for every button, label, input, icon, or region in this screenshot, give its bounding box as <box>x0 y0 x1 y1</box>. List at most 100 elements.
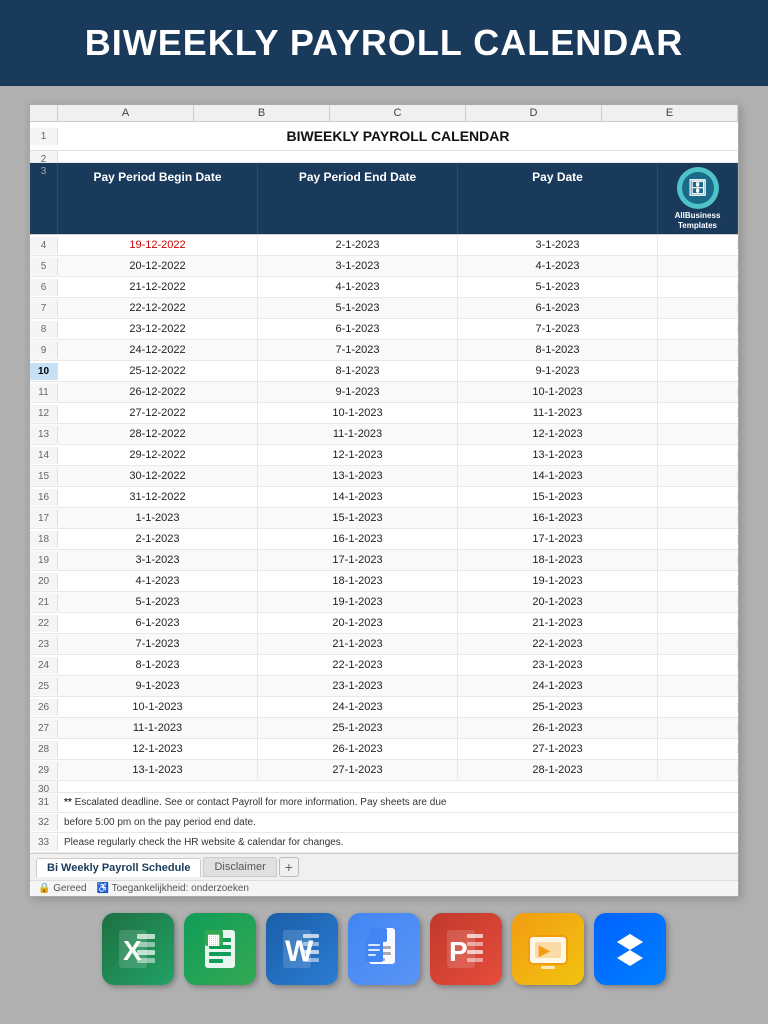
row-num: 10 <box>30 363 58 380</box>
pay-date-cell: 26-1-2023 <box>458 718 658 738</box>
empty-row-30: 30 <box>30 781 738 793</box>
tab-add-button[interactable]: + <box>279 857 299 877</box>
status-accessibility: ♿ Toegankelijkheid: onderzoeken <box>97 883 249 894</box>
row-num-2: 2 <box>30 151 58 162</box>
spreadsheet-title: BIWEEKLY PAYROLL CALENDAR <box>58 122 738 150</box>
table-row: 2812-1-202326-1-202327-1-2023 <box>30 739 738 760</box>
table-row: 1126-12-20229-1-202310-1-2023 <box>30 382 738 403</box>
logo-col-cell <box>658 430 738 438</box>
logo-col-cell <box>658 514 738 522</box>
row-num-3: 3 <box>30 163 58 234</box>
docs-svg <box>361 926 407 972</box>
data-header-row: 3 Pay Period Begin Date Pay Period End D… <box>30 163 738 235</box>
begin-date-cell: 1-1-2023 <box>58 508 258 528</box>
end-date-cell: 2-1-2023 <box>258 235 458 255</box>
begin-date-cell: 27-12-2022 <box>58 403 258 423</box>
logo-col-cell <box>658 304 738 312</box>
table-row: 259-1-202323-1-202324-1-2023 <box>30 676 738 697</box>
word-svg: W <box>279 926 325 972</box>
icon-sheets[interactable]: ▦ <box>184 913 256 985</box>
pay-date-cell: 20-1-2023 <box>458 592 658 612</box>
begin-date-cell: 28-12-2022 <box>58 424 258 444</box>
tab-disclaimer[interactable]: Disclaimer <box>203 857 276 877</box>
pay-date-cell: 7-1-2023 <box>458 319 658 339</box>
icon-excel[interactable]: X <box>102 913 174 985</box>
logo-col-cell <box>658 241 738 249</box>
end-date-cell: 9-1-2023 <box>258 382 458 402</box>
icon-slides[interactable]: ▶ <box>512 913 584 985</box>
begin-date-cell: 24-12-2022 <box>58 340 258 360</box>
table-row: 2610-1-202324-1-202325-1-2023 <box>30 697 738 718</box>
begin-date-cell: 13-1-2023 <box>58 760 258 780</box>
begin-date-cell: 8-1-2023 <box>58 655 258 675</box>
pay-date-cell: 16-1-2023 <box>458 508 658 528</box>
end-date-cell: 5-1-2023 <box>258 298 458 318</box>
row-num: 14 <box>30 447 58 464</box>
begin-date-cell: 11-1-2023 <box>58 718 258 738</box>
pay-date-cell: 17-1-2023 <box>458 529 658 549</box>
pay-date-cell: 21-1-2023 <box>458 613 658 633</box>
row-num: 22 <box>30 615 58 632</box>
begin-date-cell: 31-12-2022 <box>58 487 258 507</box>
logo-col-cell <box>658 745 738 753</box>
col-e-header: E <box>602 105 738 121</box>
begin-date-cell: 2-1-2023 <box>58 529 258 549</box>
icon-docs[interactable] <box>348 913 420 985</box>
row-num: 18 <box>30 531 58 548</box>
icon-dropbox[interactable] <box>594 913 666 985</box>
table-row: 2913-1-202327-1-202328-1-2023 <box>30 760 738 781</box>
icon-word[interactable]: W <box>266 913 338 985</box>
logo-col-cell <box>658 325 738 333</box>
note-row: 31** Escalated deadline. See or contact … <box>30 793 738 813</box>
row-num: 16 <box>30 489 58 506</box>
table-row: 193-1-202317-1-202318-1-2023 <box>30 550 738 571</box>
header-pay-date: Pay Date <box>458 163 658 234</box>
logo-col-cell <box>658 724 738 732</box>
col-c-header: C <box>330 105 466 121</box>
logo-col-cell <box>658 766 738 774</box>
pay-date-cell: 4-1-2023 <box>458 256 658 276</box>
row-num: 13 <box>30 426 58 443</box>
pay-date-cell: 12-1-2023 <box>458 424 658 444</box>
data-rows-container: 419-12-20222-1-20233-1-2023520-12-20223-… <box>30 235 738 781</box>
end-date-cell: 22-1-2023 <box>258 655 458 675</box>
title-row: 1 BIWEEKLY PAYROLL CALENDAR <box>30 122 738 151</box>
begin-date-cell: 12-1-2023 <box>58 739 258 759</box>
row-num: 4 <box>30 237 58 254</box>
icon-powerpoint[interactable]: P <box>430 913 502 985</box>
excel-svg: X <box>115 926 161 972</box>
table-row: 248-1-202322-1-202323-1-2023 <box>30 655 738 676</box>
end-date-cell: 16-1-2023 <box>258 529 458 549</box>
sheets-svg: ▦ <box>197 926 243 972</box>
note-text: Please regularly check the HR website & … <box>58 836 350 849</box>
tab-biweekly[interactable]: Bi Weekly Payroll Schedule <box>36 858 201 877</box>
table-row: 237-1-202321-1-202322-1-2023 <box>30 634 738 655</box>
pay-date-cell: 27-1-2023 <box>458 739 658 759</box>
pay-date-cell: 8-1-2023 <box>458 340 658 360</box>
table-row: 823-12-20226-1-20237-1-2023 <box>30 319 738 340</box>
note-row: 32before 5:00 pm on the pay period end d… <box>30 813 738 833</box>
table-row: 621-12-20224-1-20235-1-2023 <box>30 277 738 298</box>
table-row: 171-1-202315-1-202316-1-2023 <box>30 508 738 529</box>
logo-col-cell <box>658 682 738 690</box>
row-num: 17 <box>30 510 58 527</box>
row-num: 20 <box>30 573 58 590</box>
table-row: 182-1-202316-1-202317-1-2023 <box>30 529 738 550</box>
end-date-cell: 12-1-2023 <box>258 445 458 465</box>
begin-date-cell: 19-12-2022 <box>58 235 258 255</box>
end-date-cell: 11-1-2023 <box>258 424 458 444</box>
begin-date-cell: 25-12-2022 <box>58 361 258 381</box>
row-num: 6 <box>30 279 58 296</box>
pay-date-cell: 15-1-2023 <box>458 487 658 507</box>
logo-col-cell <box>658 598 738 606</box>
row-num: 25 <box>30 678 58 695</box>
empty-row-2: 2 <box>30 151 738 163</box>
logo-icon: 🗄 <box>682 172 714 204</box>
pay-date-cell: 25-1-2023 <box>458 697 658 717</box>
spreadsheet-inner: A B C D E 1 BIWEEKLY PAYROLL CALENDAR 2 … <box>30 105 738 896</box>
end-date-cell: 13-1-2023 <box>258 466 458 486</box>
pay-date-cell: 23-1-2023 <box>458 655 658 675</box>
begin-date-cell: 9-1-2023 <box>58 676 258 696</box>
logo-circle: 🗄 <box>677 167 719 209</box>
pay-date-cell: 6-1-2023 <box>458 298 658 318</box>
